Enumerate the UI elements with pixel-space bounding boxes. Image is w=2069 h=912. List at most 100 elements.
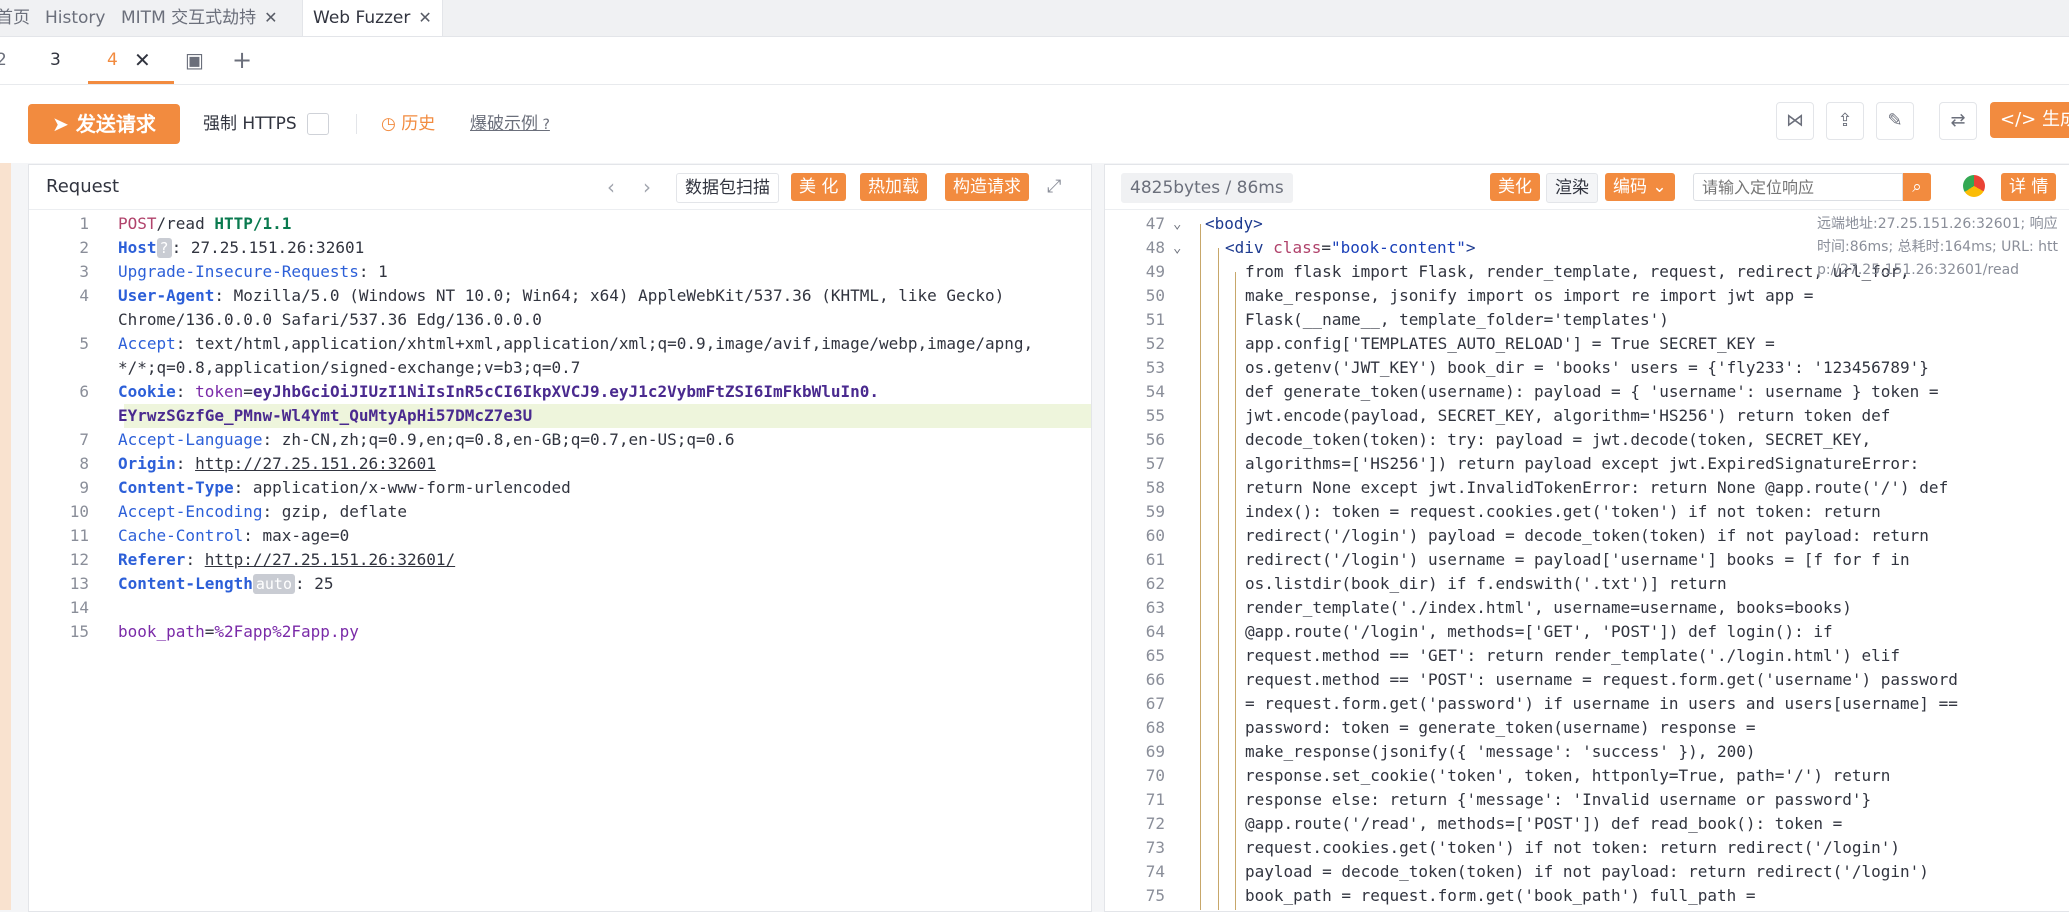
code-token: Origin xyxy=(118,454,176,473)
indent-guide xyxy=(1218,248,1219,910)
indent-guide xyxy=(1235,272,1236,910)
code-line: Accept-Encoding: gzip, deflate xyxy=(118,500,407,524)
code-token: Accept-Language xyxy=(118,430,263,449)
code-line: Referer: http://27.25.151.26:32601/ xyxy=(118,548,455,572)
history-button[interactable]: ◷ 历史 xyxy=(381,104,435,144)
line-number: 69 xyxy=(1145,742,1165,761)
force-https-checkbox[interactable] xyxy=(307,113,329,135)
response-search-input[interactable] xyxy=(1693,173,1903,201)
code-line: decode_token(token): try: payload = jwt.… xyxy=(1245,428,1871,452)
code-token: os.listdir(book_dir) if f.endswith('.txt… xyxy=(1245,574,1727,593)
active-subtab-indicator xyxy=(88,81,174,84)
code-line: @app.route('/login', methods=['GET', 'PO… xyxy=(1245,620,1833,644)
code-line: book_path = request.form.get('book_path'… xyxy=(1245,884,1756,908)
close-icon[interactable]: ✕ xyxy=(264,8,277,27)
subtab-prev-fragment[interactable]: 2 xyxy=(0,37,7,84)
subtab-3[interactable]: 3 xyxy=(50,37,61,84)
code-token: Content-Length xyxy=(118,574,253,593)
code-line: make_response, jsonify import os import … xyxy=(1245,284,1813,308)
details-button[interactable]: 详 情 xyxy=(2001,173,2057,201)
window-tabbar: 首页 History MITM 交互式劫持 ✕ Web Fuzzer ✕ xyxy=(0,0,2069,37)
code-line: request.cookies.get('token') if not toke… xyxy=(1245,836,1900,860)
code-line: from flask import Flask, render_template… xyxy=(1245,260,1910,284)
divider xyxy=(356,114,357,134)
tab-home[interactable]: 首页 xyxy=(0,0,40,36)
code-token: : xyxy=(175,454,196,473)
code-token: request.method == 'POST': username = req… xyxy=(1245,670,1958,689)
code-token: response else: return {'message': 'Inval… xyxy=(1245,790,1872,809)
close-icon[interactable]: ✕ xyxy=(418,8,431,27)
prev-icon[interactable]: ‹ xyxy=(607,165,615,209)
line-number: 11 xyxy=(69,526,89,545)
code-line: redirect('/login') username = payload['u… xyxy=(1245,548,1910,572)
share-icon[interactable]: ⋈ xyxy=(1776,102,1814,140)
code-line: Cache-Control: max-age=0 xyxy=(118,524,349,548)
add-tab-icon[interactable]: + xyxy=(232,37,252,84)
code-line: <body> xyxy=(1205,212,1263,236)
line-number: 62 xyxy=(1145,574,1165,593)
encode-dropdown[interactable]: 编码 ⌄ xyxy=(1605,173,1675,201)
code-token: decode_token(token): try: payload = jwt.… xyxy=(1245,430,1872,449)
response-beautify-button[interactable]: 美化 xyxy=(1490,173,1540,201)
hotload-button[interactable]: 热加载 xyxy=(860,173,927,201)
code-line: password: token = generate_token(usernam… xyxy=(1245,716,1756,740)
next-icon[interactable]: › xyxy=(643,165,651,209)
beautify-button[interactable]: 美 化 xyxy=(791,173,847,201)
request-editor[interactable]: 1 POST/read HTTP/1.1 2 Host?: 27.25.151.26:… xyxy=(29,210,1091,911)
request-title: Request xyxy=(46,176,120,197)
generate-button[interactable]: </> 生成 xyxy=(1990,102,2069,138)
left-side-strip xyxy=(0,85,11,910)
line-number: 5 xyxy=(79,334,89,353)
line-number: 13 xyxy=(69,574,89,593)
code-token: render_template('./index.html', username… xyxy=(1245,598,1852,617)
code-token: "book-content" xyxy=(1330,238,1466,257)
response-editor[interactable]: 47 <body> 48 <div class="book-content"> 49 fr… xyxy=(1105,210,2069,911)
code-token: <body> xyxy=(1205,214,1263,233)
tab-history[interactable]: History xyxy=(35,0,115,36)
code-line: payload = decode_token(token) if not pay… xyxy=(1245,860,1929,884)
code-line: <div class="book-content"> xyxy=(1225,236,1475,260)
line-number: 53 xyxy=(1145,358,1165,377)
tab-webfuzzer[interactable]: Web Fuzzer ✕ xyxy=(302,0,443,36)
line-number: 12 xyxy=(69,550,89,569)
subtab-4[interactable]: 4 xyxy=(107,37,118,84)
line-number: 59 xyxy=(1145,502,1165,521)
fullscreen-icon[interactable]: ⤢ xyxy=(1047,165,1061,209)
close-icon[interactable]: ✕ xyxy=(134,37,151,84)
request-panel-header: Request ‹ › 数据包扫描 美 化 热加载 构造请求 ⤢ xyxy=(29,165,1091,210)
tab-mitm[interactable]: MITM 交互式劫持 ✕ xyxy=(111,0,288,36)
line-number: 55 xyxy=(1145,406,1165,425)
swap-icon[interactable]: ⇄ xyxy=(1939,102,1977,140)
generate-label: </> 生成 xyxy=(2000,109,2069,130)
code-token: algorithms=['HS256']) return payload exc… xyxy=(1245,454,1920,473)
code-line: response else: return {'message': 'Inval… xyxy=(1245,788,1871,812)
code-line: make_response(jsonify({ 'message': 'succ… xyxy=(1245,740,1756,764)
chrome-icon[interactable] xyxy=(1963,175,1985,197)
examples-link[interactable]: 爆破示例 ? xyxy=(470,104,550,145)
subtab-3-label: 3 xyxy=(50,50,61,70)
packet-scan-button[interactable]: 数据包扫描 xyxy=(676,173,779,203)
send-request-button[interactable]: ➤ 发送请求 xyxy=(28,104,180,144)
render-button[interactable]: 渲染 xyxy=(1546,173,1598,203)
export-icon[interactable]: ⇪ xyxy=(1826,102,1864,140)
indent-guide xyxy=(1200,224,1201,910)
line-number: 52 xyxy=(1145,334,1165,353)
fold-chevron-icon[interactable]: ⌄ xyxy=(1173,212,1181,236)
force-https-label: 强制 HTTPS xyxy=(203,114,297,134)
tab-history-label: History xyxy=(45,8,106,28)
line-number: 66 xyxy=(1145,670,1165,689)
code-token: return None except jwt.InvalidTokenError… xyxy=(1245,478,1949,497)
code-token: password: token = generate_token(usernam… xyxy=(1245,718,1756,737)
fold-chevron-icon[interactable]: ⌄ xyxy=(1173,236,1181,260)
line-number: 51 xyxy=(1145,310,1165,329)
edit-check-icon[interactable]: ✎ xyxy=(1876,102,1914,140)
code-token: book_path xyxy=(118,622,205,641)
search-icon[interactable]: ⌕ xyxy=(1903,173,1931,201)
code-token: token xyxy=(195,382,244,401)
code-token: auto xyxy=(252,574,295,594)
line-number: 57 xyxy=(1145,454,1165,473)
fuzzer-subtabs: 2 3 4 ✕ ▣ + xyxy=(0,37,2069,85)
save-icon[interactable]: ▣ xyxy=(185,37,204,84)
code-token: HTTP/1.1 xyxy=(214,214,292,233)
build-request-button[interactable]: 构造请求 xyxy=(945,173,1029,201)
